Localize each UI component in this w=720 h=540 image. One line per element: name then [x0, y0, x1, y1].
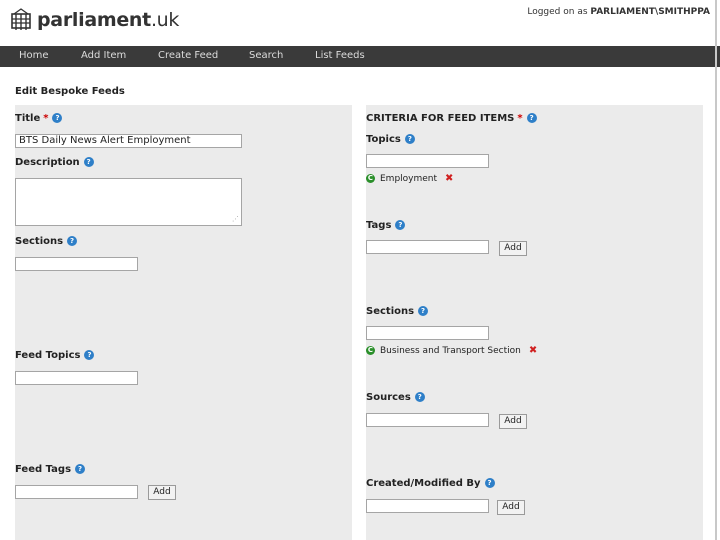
right-sections-input[interactable]: [366, 326, 489, 340]
tags-label: Tags?: [366, 220, 406, 231]
remove-icon[interactable]: ✖: [529, 345, 537, 356]
feed-topics-input[interactable]: [15, 371, 138, 385]
criteria-label-text: CRITERIA FOR FEED ITEMS: [366, 113, 515, 124]
help-icon[interactable]: ?: [484, 478, 495, 488]
title-input[interactable]: BTS Daily News Alert Employment: [15, 134, 242, 148]
help-icon[interactable]: ?: [83, 157, 94, 167]
topics-input[interactable]: [366, 154, 489, 168]
feed-topics-label-text: Feed Topics: [15, 350, 81, 361]
description-label-text: Description: [15, 157, 80, 168]
login-user: PARLIAMENT\SMITHPPA: [590, 7, 710, 17]
created-by-add-button[interactable]: Add: [497, 500, 525, 515]
page-title: Edit Bespoke Feeds: [15, 86, 125, 97]
sources-add-button[interactable]: Add: [499, 414, 527, 429]
sections-input[interactable]: [15, 257, 138, 271]
help-icon[interactable]: ?: [395, 220, 406, 230]
header: parliament.uk Logged on as PARLIAMENT\SM…: [0, 0, 720, 46]
nav-add-item[interactable]: Add Item: [81, 50, 126, 61]
sources-label-text: Sources: [366, 392, 411, 403]
help-icon[interactable]: ?: [52, 113, 63, 123]
tags-input[interactable]: [366, 240, 489, 254]
sources-label: Sources?: [366, 392, 425, 403]
feed-tags-label-text: Feed Tags: [15, 464, 72, 475]
topic-tag: C Employment ✖: [366, 173, 453, 184]
sections-label: Sections?: [15, 236, 78, 247]
section-tag-label: Business and Transport Section: [380, 345, 521, 356]
created-by-label-text: Created/Modified By: [366, 478, 481, 489]
login-status: Logged on as PARLIAMENT\SMITHPPA: [527, 7, 710, 17]
right-sections-label: Sections?: [366, 306, 429, 317]
help-icon[interactable]: ?: [67, 236, 78, 246]
sources-input[interactable]: [366, 413, 489, 427]
help-icon[interactable]: ?: [414, 392, 425, 402]
topic-tag-label: Employment: [380, 173, 438, 184]
help-icon[interactable]: ?: [84, 350, 95, 360]
help-icon[interactable]: ?: [75, 464, 86, 474]
feed-tags-input[interactable]: [15, 485, 138, 499]
tag-icon: C: [366, 346, 375, 355]
right-sections-label-text: Sections: [366, 306, 415, 317]
tags-add-button[interactable]: Add: [499, 241, 527, 256]
section-tag: C Business and Transport Section ✖: [366, 345, 537, 356]
required-marker: *: [517, 113, 523, 124]
topics-label-text: Topics: [366, 134, 401, 145]
topics-label: Topics?: [366, 134, 415, 145]
feed-topics-label: Feed Topics?: [15, 350, 95, 361]
created-by-input[interactable]: [366, 499, 489, 513]
criteria-label: CRITERIA FOR FEED ITEMS *?: [366, 113, 537, 124]
help-icon[interactable]: ?: [404, 134, 415, 144]
feed-tags-label: Feed Tags?: [15, 464, 86, 475]
nav-list-feeds[interactable]: List Feeds: [315, 50, 365, 61]
parliament-logo[interactable]: parliament.uk: [10, 8, 179, 32]
remove-icon[interactable]: ✖: [445, 173, 453, 184]
resize-handle-icon[interactable]: ⋰: [232, 215, 239, 223]
logo-text: parliament.uk: [37, 9, 179, 31]
nav-bar: Home Add Item Create Feed Search List Fe…: [0, 46, 720, 67]
tags-label-text: Tags: [366, 220, 392, 231]
feed-tags-add-button[interactable]: Add: [148, 485, 176, 500]
logo-word: parliament: [37, 9, 151, 31]
help-icon[interactable]: ?: [418, 306, 429, 316]
criteria-panel: [366, 105, 703, 540]
nav-search[interactable]: Search: [249, 50, 283, 61]
help-icon[interactable]: ?: [526, 113, 537, 123]
description-label: Description?: [15, 157, 94, 168]
nav-create-feed[interactable]: Create Feed: [158, 50, 218, 61]
sections-label-text: Sections: [15, 236, 64, 247]
title-label: Title *?: [15, 113, 63, 124]
logo-suffix: .uk: [150, 9, 180, 31]
created-by-label: Created/Modified By?: [366, 478, 495, 489]
required-marker: *: [43, 113, 49, 124]
tag-icon: C: [366, 174, 375, 183]
title-label-text: Title: [15, 113, 41, 124]
page-edge-divider: [715, 0, 717, 540]
login-prefix: Logged on as: [527, 7, 588, 17]
description-textarea[interactable]: ⋰: [15, 178, 242, 226]
nav-home[interactable]: Home: [19, 50, 49, 61]
portcullis-icon: [10, 8, 32, 32]
